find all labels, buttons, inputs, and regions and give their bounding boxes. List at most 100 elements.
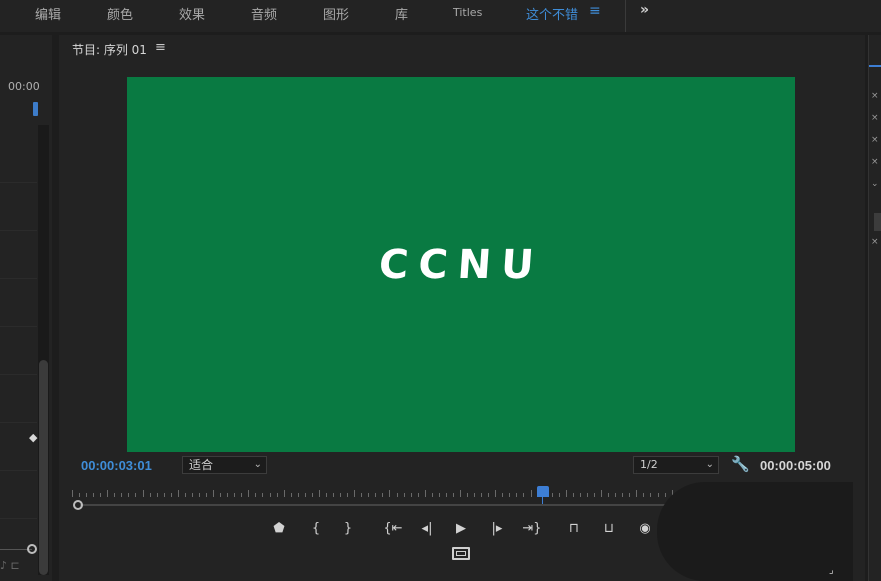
keyframe-diamond-icon[interactable]: ◆ xyxy=(29,431,37,444)
ruler-tick xyxy=(199,493,200,497)
mark-in-button[interactable]: { xyxy=(306,521,326,537)
wrench-icon[interactable]: 🔧 xyxy=(731,455,750,473)
track-divider xyxy=(0,470,37,471)
ruler-tick xyxy=(467,493,468,497)
ruler-tick xyxy=(573,493,574,497)
hamburger-icon[interactable]: ≡ xyxy=(589,3,601,19)
ruler-tick xyxy=(404,493,405,497)
ruler-tick xyxy=(284,490,285,497)
ruler-tick xyxy=(277,493,278,497)
ruler-tick xyxy=(248,490,249,497)
duration-timecode: 00:00:05:00 xyxy=(760,458,831,473)
safe-margins-button[interactable] xyxy=(452,547,470,560)
ruler-tick xyxy=(185,493,186,497)
overflow-button[interactable]: » xyxy=(640,2,649,18)
ruler-tick xyxy=(523,493,524,497)
ruler-tick xyxy=(643,493,644,497)
extract-button[interactable]: ⊔ xyxy=(599,521,619,537)
ruler-tick xyxy=(566,490,567,497)
left-tool-icons: ♪ ⊏ xyxy=(0,559,20,572)
ruler-tick xyxy=(305,493,306,497)
ruler-tick xyxy=(171,493,172,497)
ruler-tick xyxy=(552,493,553,497)
playback-resolution-select[interactable]: 1/2 ⌄ xyxy=(633,456,719,474)
program-monitor-panel: 节目: 序列 01 ≡ CCNU 00:00:03:01 适合 ⌄ 1/2 ⌄ … xyxy=(59,35,865,581)
current-timecode[interactable]: 00:00:03:01 xyxy=(81,458,152,473)
ruler-tick xyxy=(340,493,341,497)
track-divider xyxy=(0,278,37,279)
video-preview[interactable]: CCNU xyxy=(127,77,795,452)
zoom-scroll-left-handle[interactable] xyxy=(73,500,83,510)
ruler-tick xyxy=(213,490,214,497)
close-icon[interactable]: × xyxy=(871,135,879,145)
ruler-tick xyxy=(291,493,292,497)
ruler-tick xyxy=(361,493,362,497)
ruler-tick xyxy=(128,493,129,497)
chevron-down-icon[interactable]: ⌄ xyxy=(871,179,879,189)
ruler-tick xyxy=(481,493,482,497)
close-icon[interactable]: × xyxy=(871,113,879,123)
ruler-tick xyxy=(559,493,560,497)
lift-button[interactable]: ⊓ xyxy=(564,521,584,537)
go-to-in-button[interactable]: {⇤ xyxy=(382,521,404,537)
ruler-tick xyxy=(389,490,390,497)
ruler-tick xyxy=(375,493,376,497)
track-divider xyxy=(0,422,37,423)
close-icon[interactable]: × xyxy=(871,157,879,167)
ruler-tick xyxy=(608,493,609,497)
ruler-tick xyxy=(580,493,581,497)
ruler-tick xyxy=(453,493,454,497)
workspace-tab-graphics[interactable]: 图形 xyxy=(323,4,349,23)
ruler-tick xyxy=(418,493,419,497)
panel-menu-icon[interactable]: ≡ xyxy=(155,40,166,55)
overlay-shade xyxy=(657,482,853,581)
ruler-tick xyxy=(636,490,637,497)
ruler-tick xyxy=(298,493,299,497)
workspace-tab-libraries[interactable]: 库 xyxy=(395,4,408,23)
resolution-value: 1/2 xyxy=(640,458,658,471)
left-zoom-handle[interactable] xyxy=(27,544,37,554)
workspace-tab-custom[interactable]: 这个不错 xyxy=(526,4,578,23)
ruler-tick xyxy=(354,490,355,497)
left-timecode: 00:00 xyxy=(8,80,40,93)
ruler-tick xyxy=(509,493,510,497)
camera-icon[interactable]: ◉ xyxy=(635,521,655,537)
step-back-button[interactable]: ◂| xyxy=(417,521,437,537)
workspace-tab-edit[interactable]: 编辑 xyxy=(35,4,61,23)
close-icon[interactable]: × xyxy=(871,91,879,101)
ruler-tick xyxy=(143,490,144,497)
ruler-tick xyxy=(333,493,334,497)
workspace-tab-titles[interactable]: Titles xyxy=(453,6,482,19)
ruler-tick xyxy=(601,490,602,497)
track-divider xyxy=(0,326,37,327)
track-divider xyxy=(0,182,37,183)
in-point-marker[interactable] xyxy=(33,102,38,116)
close-icon[interactable]: × xyxy=(871,237,879,247)
workspace-tab-color[interactable]: 颜色 xyxy=(107,4,133,23)
ruler-tick xyxy=(100,493,101,497)
zoom-level-select[interactable]: 适合 ⌄ xyxy=(182,456,267,474)
add-marker-button[interactable]: ⬟ xyxy=(269,521,289,537)
ruler-tick xyxy=(255,493,256,497)
ruler-tick xyxy=(270,493,271,497)
track-divider xyxy=(0,230,37,231)
ruler-tick xyxy=(164,493,165,497)
ruler-tick xyxy=(86,493,87,497)
resize-grip-icon[interactable]: ⌟ xyxy=(829,565,834,576)
mark-out-button[interactable]: } xyxy=(338,521,358,537)
workspace-bar: 编辑 颜色 效果 音频 图形 库 Titles 这个不错 ≡ » xyxy=(0,0,881,32)
playhead[interactable] xyxy=(537,486,549,497)
ruler-tick xyxy=(79,493,80,497)
panel-title[interactable]: 节目: 序列 01 xyxy=(72,41,147,58)
step-forward-button[interactable]: |▸ xyxy=(487,521,507,537)
ruler-tick xyxy=(157,493,158,497)
workspace-tab-audio[interactable]: 音频 xyxy=(251,4,277,23)
track-divider xyxy=(0,374,37,375)
ruler-tick xyxy=(347,493,348,497)
ruler-tick xyxy=(121,493,122,497)
left-scrollbar-thumb[interactable] xyxy=(39,360,48,575)
workspace-tab-effects[interactable]: 效果 xyxy=(179,4,205,23)
right-scroll-thumb[interactable] xyxy=(874,213,881,231)
play-button[interactable]: ▶ xyxy=(451,521,471,537)
go-to-out-button[interactable]: ⇥} xyxy=(521,521,543,537)
